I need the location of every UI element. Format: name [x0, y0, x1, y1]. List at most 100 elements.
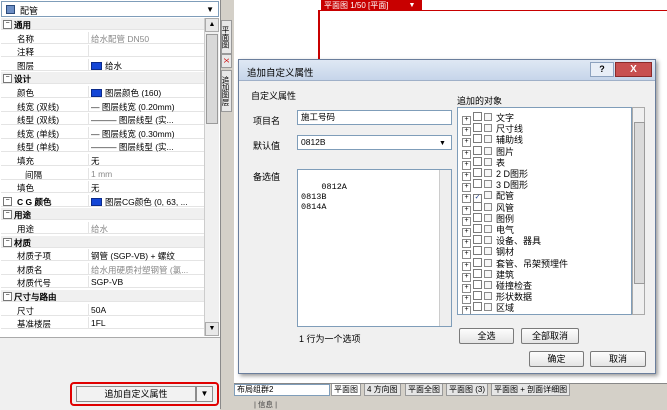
- property-value[interactable]: 给水用硬质衬塑钢管 (氯...: [91, 264, 188, 276]
- tree-checkbox[interactable]: [473, 246, 482, 256]
- item-name-input[interactable]: 施工号码: [297, 110, 452, 125]
- cancel-button[interactable]: 取消: [590, 351, 646, 367]
- tree-item[interactable]: + 风管: [462, 201, 514, 215]
- ok-button[interactable]: 确定: [529, 351, 584, 367]
- tree-checkbox[interactable]: [473, 212, 482, 222]
- property-row[interactable]: 图层 给水: [1, 58, 204, 72]
- property-row[interactable]: 注释: [1, 45, 204, 58]
- property-category[interactable]: − 用途: [1, 208, 204, 221]
- tree-checkbox[interactable]: [473, 291, 482, 301]
- property-scrollbar[interactable]: ▲ ▼: [204, 18, 219, 336]
- tab-plan[interactable]: 平面图: [221, 20, 232, 54]
- property-category[interactable]: − 材质: [1, 235, 204, 248]
- property-value[interactable]: 1FL: [91, 318, 106, 328]
- tab-add-layer[interactable]: 追加图层: [221, 70, 232, 112]
- collapse-icon[interactable]: −: [3, 196, 12, 206]
- tab-plan-section[interactable]: 平面图 + 剖面详细图: [491, 384, 571, 396]
- property-row[interactable]: 线型 (双线) ——— 图层线型 (实...: [1, 113, 204, 126]
- tree-checkbox[interactable]: [473, 123, 482, 133]
- property-row[interactable]: 间隔 1 mm: [1, 167, 204, 180]
- tree-item[interactable]: + 电气: [462, 223, 514, 237]
- property-value[interactable]: 50A: [91, 305, 106, 315]
- property-value[interactable]: 图层颜色 (160): [91, 87, 161, 99]
- tab-plan-3[interactable]: 平面图 (3): [446, 384, 488, 396]
- tree-item[interactable]: +2 D图形: [462, 167, 528, 181]
- property-row[interactable]: 线宽 (单线) — 图层线宽 (0.30mm): [1, 126, 204, 139]
- tree-checkbox[interactable]: [473, 112, 482, 121]
- tree-item[interactable]: + 建筑: [462, 268, 514, 282]
- property-value[interactable]: 图层CG颜色 (0, 63, ...: [91, 196, 188, 208]
- default-value-select[interactable]: 0812B ▼: [297, 135, 452, 150]
- tree-item[interactable]: + 辅助线: [462, 133, 523, 148]
- property-value[interactable]: 1 mm: [91, 169, 112, 179]
- tree-checkbox[interactable]: [473, 179, 482, 189]
- chevron-down-icon[interactable]: ▼: [402, 0, 422, 11]
- property-row[interactable]: 线宽 (双线) — 图层线宽 (0.20mm): [1, 99, 204, 113]
- tree-item[interactable]: + 钢材: [462, 245, 514, 260]
- tree-item[interactable]: + ✓ 配管: [462, 189, 514, 204]
- collapse-icon[interactable]: −: [3, 20, 12, 29]
- scroll-down-icon[interactable]: ▼: [205, 322, 219, 336]
- tree-checkbox[interactable]: [473, 168, 482, 177]
- property-value[interactable]: ——— 图层线型 (实...: [91, 114, 174, 126]
- property-value[interactable]: 给水: [91, 60, 122, 72]
- tree-item[interactable]: + 形状数据: [462, 290, 532, 305]
- property-value[interactable]: 无: [91, 155, 100, 167]
- collapse-icon[interactable]: −: [3, 292, 12, 301]
- property-value[interactable]: 钢管 (SGP-VB) + 螺纹: [91, 250, 175, 262]
- add-custom-attribute-button[interactable]: 追加自定义属性: [76, 386, 196, 402]
- collapse-icon[interactable]: −: [3, 237, 12, 247]
- chevron-down-icon[interactable]: ▼: [196, 386, 213, 402]
- property-value[interactable]: 无: [91, 182, 100, 194]
- tree-scroll-thumb[interactable]: [634, 122, 645, 284]
- select-all-button[interactable]: 全选: [459, 328, 514, 344]
- textarea-scrollbar[interactable]: [439, 170, 451, 326]
- tree-checkbox[interactable]: [473, 145, 482, 155]
- tree-item[interactable]: + 图例: [462, 212, 514, 226]
- property-row[interactable]: 线型 (单线) ——— 图层线型 (实...: [1, 140, 204, 153]
- property-category[interactable]: − 通用: [1, 18, 204, 30]
- property-value[interactable]: — 图层线宽 (0.20mm): [91, 101, 175, 113]
- property-category[interactable]: − 设计: [1, 72, 204, 85]
- deselect-all-button[interactable]: 全部取消: [521, 328, 579, 344]
- property-row[interactable]: 尺寸 50A: [1, 303, 204, 316]
- tree-item[interactable]: +3 D图形: [462, 178, 528, 193]
- object-type-selector[interactable]: 配管 ▼: [1, 1, 219, 17]
- property-row[interactable]: 填色 无: [1, 181, 204, 194]
- scroll-thumb[interactable]: [206, 34, 218, 124]
- tree-checkbox[interactable]: [473, 201, 482, 211]
- tree-checkbox[interactable]: [473, 235, 482, 245]
- collapse-icon[interactable]: −: [3, 74, 12, 84]
- property-row[interactable]: 材质名 给水用硬质衬塑钢管 (氯...: [1, 262, 204, 276]
- tree-checkbox[interactable]: [473, 224, 482, 233]
- property-row[interactable]: 颜色 图层颜色 (160): [1, 86, 204, 98]
- tab-plan-view[interactable]: 平面图: [331, 384, 361, 396]
- layout-group-select[interactable]: 布局组群2: [234, 384, 330, 396]
- view-title-tab[interactable]: 平面图 1/50 [平面]: [321, 0, 402, 11]
- property-row[interactable]: 材质子项 钢管 (SGP-VB) + 螺纹: [1, 249, 204, 262]
- tree-item[interactable]: + 套管、吊架预埋件: [462, 257, 568, 271]
- property-value[interactable]: 给水: [91, 223, 108, 235]
- scroll-up-icon[interactable]: ▲: [205, 18, 219, 32]
- property-row[interactable]: 填充 无: [1, 154, 204, 166]
- tab-plan-full[interactable]: 平面全图: [405, 384, 443, 396]
- tree-checkbox[interactable]: [473, 134, 482, 144]
- tree-item[interactable]: + 尺寸线: [462, 122, 523, 137]
- close-icon[interactable]: X: [221, 54, 232, 68]
- tree-checkbox[interactable]: [473, 257, 482, 267]
- property-row[interactable]: 名称 给水配管 DN50: [1, 31, 204, 45]
- expand-icon[interactable]: +: [462, 306, 471, 314]
- tree-item[interactable]: + 碰撞检查: [462, 279, 532, 293]
- property-value[interactable]: ——— 图层线型 (实...: [91, 141, 174, 153]
- property-row[interactable]: 材质代号 SGP-VB: [1, 276, 204, 289]
- property-value[interactable]: 给水配管 DN50: [91, 33, 149, 45]
- property-row[interactable]: − C G 颜色 图层CG颜色 (0, 63, ...: [1, 194, 204, 208]
- tree-checkbox[interactable]: [473, 302, 482, 312]
- close-icon[interactable]: X: [615, 62, 652, 77]
- property-value[interactable]: SGP-VB: [91, 277, 123, 287]
- tree-item[interactable]: + 表: [462, 156, 505, 170]
- tree-item[interactable]: + 图片: [462, 145, 514, 159]
- tree-item[interactable]: + 设备、器具: [462, 234, 541, 249]
- tree-scrollbar[interactable]: [632, 107, 645, 315]
- property-row[interactable]: 基准楼层 1FL: [1, 317, 204, 330]
